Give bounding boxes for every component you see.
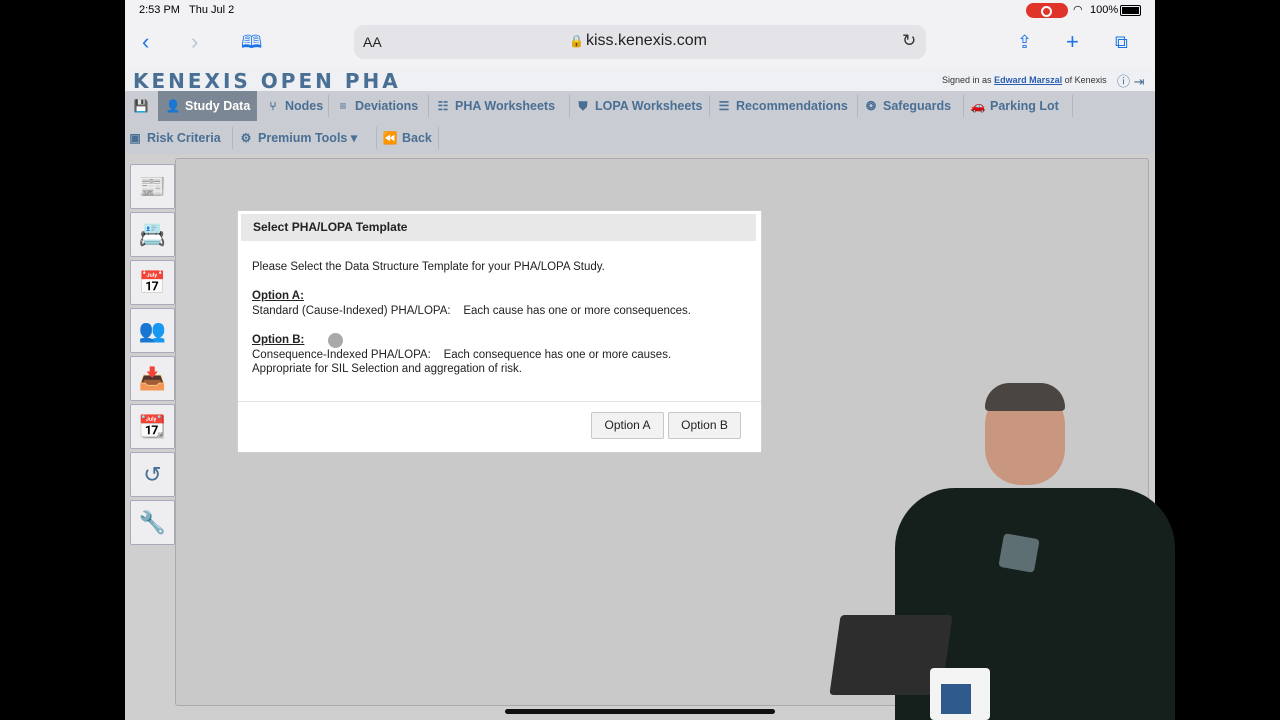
- users-icon[interactable]: 👥: [130, 308, 175, 353]
- nav-divider: [709, 95, 710, 117]
- nav-divider: [857, 95, 858, 117]
- inbox-icon[interactable]: 📥: [130, 356, 175, 401]
- wifi-icon: ◠: [1073, 4, 1083, 16]
- history-icon[interactable]: ↺: [130, 452, 175, 497]
- tab-premium-tools[interactable]: ⚙ Premium Tools ▾: [238, 123, 358, 153]
- newspaper-icon[interactable]: 📰: [130, 164, 175, 209]
- tabs-icon[interactable]: ⧉: [1115, 30, 1128, 54]
- option-b-note: Appropriate for SIL Selection and aggreg…: [252, 363, 522, 375]
- tab-study-data[interactable]: 👤 Study Data: [158, 91, 258, 121]
- forward-icon[interactable]: ›: [191, 30, 198, 54]
- tab-label: Safeguards: [883, 99, 952, 113]
- tab-label: Study Data: [185, 99, 251, 113]
- wrench-icon[interactable]: 🔧: [130, 500, 175, 545]
- signed-in-text: Signed in as Edward Marszal of Kenexis: [942, 75, 1107, 85]
- tab-lopa-worksheets[interactable]: ⛊ LOPA Worksheets: [575, 91, 702, 121]
- chevron-down-icon: ▾: [350, 131, 358, 145]
- tab-deviations[interactable]: ≡ Deviations: [335, 91, 418, 121]
- url-text[interactable]: kiss.kenexis.com: [586, 32, 707, 50]
- option-b-heading: Option B:: [252, 334, 305, 346]
- dialog-divider: [238, 401, 761, 402]
- tab-pha-worksheets[interactable]: ☷ PHA Worksheets: [435, 91, 555, 121]
- bookmarks-icon[interactable]: 🕮: [241, 30, 262, 54]
- nav-divider: [376, 127, 377, 149]
- tab-label: Back: [402, 131, 432, 145]
- option-a-button[interactable]: Option A: [591, 412, 664, 439]
- back-icon[interactable]: ‹: [142, 30, 149, 54]
- reader-options-button[interactable]: AA: [363, 34, 382, 50]
- option-a-text: Standard (Cause-Indexed) PHA/LOPA: Each …: [252, 305, 691, 317]
- app-logo: KENEXIS OPEN PHA: [133, 69, 401, 93]
- nav-divider: [428, 95, 429, 117]
- browser-toolbar: ‹ › 🕮 AA 🔒 kiss.kenexis.com ↻ ⇪ + ⧉: [125, 22, 1155, 68]
- battery-percent: 100%: [1090, 4, 1119, 16]
- home-indicator[interactable]: [505, 709, 775, 714]
- tab-label: Deviations: [355, 99, 419, 113]
- nav-divider: [438, 127, 439, 149]
- mug-logo-icon: [941, 684, 971, 714]
- org-name: of Kenexis: [1064, 75, 1107, 85]
- tab-label: Parking Lot: [990, 99, 1059, 113]
- logout-icon[interactable]: ⇥: [1134, 74, 1145, 89]
- help-icon[interactable]: ⓘ: [1117, 74, 1130, 89]
- share-icon[interactable]: ⇪: [1017, 30, 1032, 54]
- back-button[interactable]: ⏪ Back: [382, 123, 432, 153]
- app-header: KENEXIS OPEN PHA Signed in as Edward Mar…: [125, 68, 1155, 93]
- reload-icon[interactable]: ↻: [902, 31, 916, 51]
- tab-label: Nodes: [285, 99, 324, 113]
- id-card-icon[interactable]: 📇: [130, 212, 175, 257]
- calendar-plus-icon[interactable]: 📆: [130, 404, 175, 449]
- status-bar: 2:53 PM Thu Jul 2 ◠ 100%: [125, 0, 1155, 22]
- template-dialog: Select PHA/LOPA Template Please Select t…: [237, 210, 762, 453]
- status-time: 2:53 PM: [139, 4, 180, 16]
- battery-icon: [1120, 5, 1141, 16]
- header-icons: ⓘ ⇥: [1117, 71, 1145, 90]
- tab-label: Premium Tools: [258, 131, 348, 145]
- nav-divider: [232, 127, 233, 149]
- option-a-heading: Option A:: [252, 290, 304, 302]
- nav-divider: [963, 95, 964, 117]
- tab-label: Risk Criteria: [147, 131, 221, 145]
- dialog-title: Select PHA/LOPA Template: [241, 214, 756, 241]
- nav-divider: [1072, 95, 1073, 117]
- calendar-icon[interactable]: 📅: [130, 260, 175, 305]
- tab-safeguards[interactable]: ❂ Safeguards: [863, 91, 951, 121]
- add-tab-icon[interactable]: +: [1066, 30, 1079, 54]
- presenter-hair: [985, 383, 1065, 411]
- tab-label: LOPA Worksheets: [595, 99, 703, 113]
- option-b-button[interactable]: Option B: [668, 412, 741, 439]
- tab-nodes[interactable]: ⑂ Nodes: [265, 91, 323, 121]
- address-bar[interactable]: AA 🔒 kiss.kenexis.com ↻: [354, 25, 926, 59]
- screen-recording-icon[interactable]: [1026, 3, 1068, 18]
- nav-divider: [328, 95, 329, 117]
- tab-parking-lot[interactable]: 🚗 Parking Lot: [970, 91, 1059, 121]
- status-date: Thu Jul 2: [189, 4, 235, 16]
- tab-risk-criteria[interactable]: ▣ Risk Criteria: [127, 123, 221, 153]
- dialog-intro: Please Select the Data Structure Templat…: [252, 261, 605, 273]
- tab-label: PHA Worksheets: [455, 99, 556, 113]
- main-nav: 💾 👤 Study Data ⑂ Nodes ≡ Deviations ☷ PHA Wo…: [125, 91, 1155, 154]
- user-link[interactable]: Edward Marszal: [994, 75, 1062, 85]
- shirt-logo-icon: [998, 533, 1040, 573]
- tab-label: Recommendations: [736, 99, 848, 113]
- option-b-text: Consequence-Indexed PHA/LOPA: Each conse…: [252, 349, 672, 361]
- save-icon[interactable]: 💾: [133, 91, 153, 121]
- lock-icon: 🔒: [569, 34, 584, 48]
- nav-divider: [569, 95, 570, 117]
- tab-recommendations[interactable]: ☰ Recommendations: [716, 91, 848, 121]
- signed-in-prefix: Signed in as: [942, 75, 992, 85]
- touch-cursor: [328, 333, 343, 348]
